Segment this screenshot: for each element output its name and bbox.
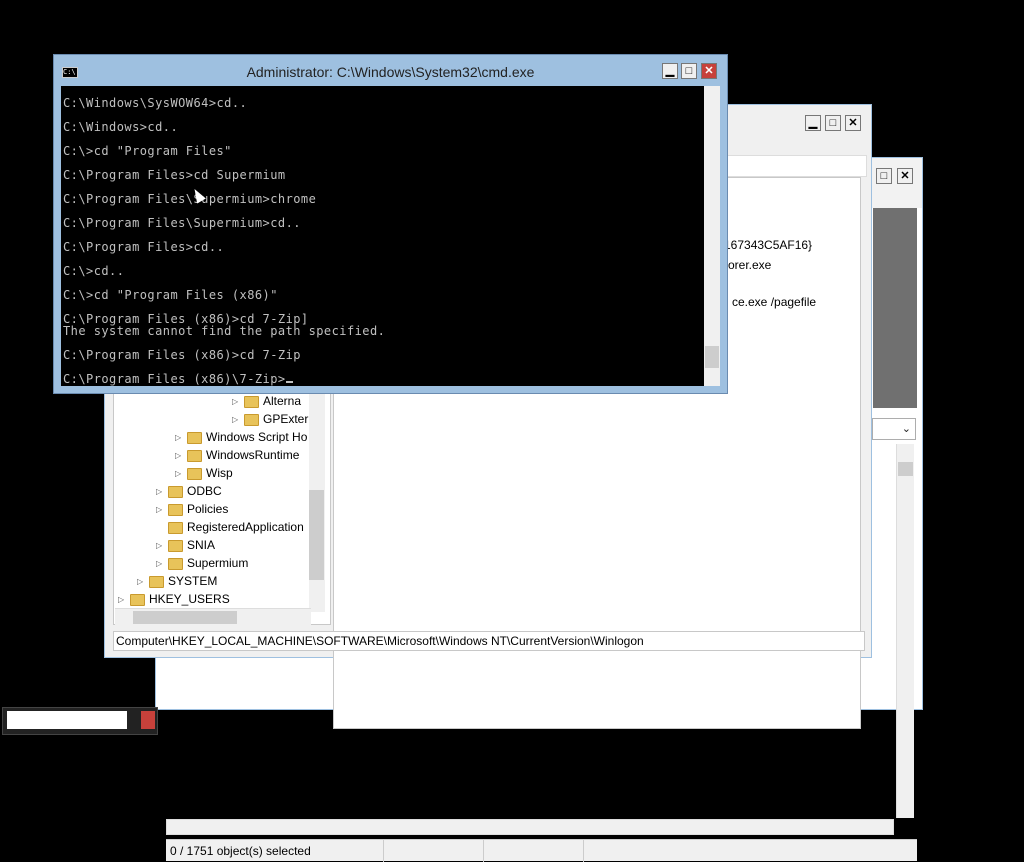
scroll-thumb[interactable] [898,462,913,476]
scroll-thumb[interactable] [133,611,237,624]
tree-item[interactable]: ▷ SYSTEM [137,572,217,590]
tree-item[interactable]: ▷ Alterna [232,392,301,410]
value-data[interactable]: ce.exe /pagefile [732,295,816,309]
console-line: C:\>cd.. [63,264,125,278]
cmd-window: C:\ Administrator: C:\Windows\System32\c… [53,54,728,394]
close-button[interactable]: ✕ [897,168,913,184]
console-line: The system cannot find the path specifie… [63,324,386,338]
status-cell [384,840,484,862]
list-horizontal-scrollbar[interactable] [166,819,894,835]
tree-item[interactable]: ▷ GPExter [232,410,308,428]
minimize-button[interactable]: ▁ [662,63,678,79]
folder-icon [187,467,202,480]
close-button[interactable]: ✕ [701,63,717,79]
folder-icon [168,521,183,534]
minimize-button[interactable]: ▁ [805,115,821,131]
tree-item-label: Wisp [206,466,233,480]
tree-item-label: HKEY_USERS [149,592,230,606]
expand-icon[interactable]: ▷ [175,429,185,447]
expand-icon[interactable]: ▷ [232,393,242,411]
status-selection: 0 / 1751 object(s) selected [166,840,384,862]
console-line: C:\>cd "Program Files" [63,144,232,158]
tree-item-label: ODBC [187,484,222,498]
console-line: C:\Program Files\Supermium>cd.. [63,216,301,230]
expand-icon[interactable]: ▷ [156,555,166,573]
console-prompt[interactable]: C:\Program Files (x86)\7-Zip> [63,373,293,385]
folder-icon [168,539,183,552]
expand-icon[interactable]: ▷ [175,465,185,483]
tree-item[interactable]: ▷ ODBC [156,482,222,500]
folder-icon [244,395,259,408]
expand-icon[interactable]: ▷ [175,447,185,465]
console-line: C:\>cd "Program Files (x86)" [63,288,278,302]
tree-item-label: SNIA [187,538,216,552]
prompt-text: C:\Program Files (x86)\7-Zip> [63,372,286,386]
folder-icon [130,593,145,606]
console-line: C:\Program Files>cd.. [63,240,225,254]
expand-icon[interactable]: ▷ [156,483,166,501]
tree-item-label: Windows Script Ho [206,430,308,444]
console-line: C:\Windows>cd.. [63,120,179,134]
address-bar[interactable]: Computer\HKEY_LOCAL_MACHINE\SOFTWARE\Mic… [113,631,865,651]
expand-icon[interactable]: ▷ [156,501,166,519]
tree-item[interactable]: ▷ HKEY_USERS [118,590,230,608]
tree-item[interactable]: ▷ Supermium [156,554,248,572]
console-line: C:\Program Files\Supermium>chrome [63,192,317,206]
maximize-button[interactable]: □ [825,115,841,131]
taskbar-item[interactable] [2,707,158,735]
tree-item[interactable]: ▷ SNIA [156,536,215,554]
tree-vertical-scrollbar[interactable] [309,390,325,612]
expand-icon[interactable]: ▷ [118,591,128,609]
toolbar-area [873,208,917,408]
console-line: C:\Windows\SysWOW64>cd.. [63,96,248,110]
folder-icon [244,413,259,426]
window-title: Administrator: C:\Windows\System32\cmd.e… [246,64,535,80]
scroll-thumb[interactable] [705,346,719,368]
path-combo[interactable]: ⌄ [872,418,916,440]
tree-item[interactable]: ▷ Policies [156,500,228,518]
scroll-thumb[interactable] [309,490,324,580]
list-vertical-scrollbar[interactable] [896,444,914,818]
key-tree-pane[interactable]: ▷ Alterna ▷ GPExter ▷ Windows Script Ho ▷ Wi… [113,385,331,625]
folder-icon [187,449,202,462]
tree-item-label: Supermium [187,556,249,570]
tree-item-label: Alterna [263,394,302,408]
status-cell [484,840,584,862]
folder-icon [187,431,202,444]
console-line: C:\Program Files>cd Supermium [63,168,286,182]
tree-item-label: GPExter [263,412,309,426]
tree-item-label: RegisteredApplication [187,520,304,534]
value-data[interactable]: -167343C5AF16} [720,238,812,252]
console-line: C:\Program Files (x86)>cd 7-Zip [63,348,301,362]
menu-bar[interactable] [727,155,867,177]
folder-icon [168,557,183,570]
tree-item[interactable]: ▷ WindowsRuntime [175,446,299,464]
console-vertical-scrollbar[interactable] [704,86,720,386]
tree-item-label: Policies [187,502,229,516]
tree-item[interactable]: ▷ Wisp [175,464,233,482]
expand-icon[interactable]: ▷ [232,411,242,429]
close-icon[interactable] [141,711,155,729]
folder-icon [168,503,183,516]
console-output[interactable]: C:\Windows\SysWOW64>cd.. C:\Windows>cd..… [61,86,704,386]
maximize-button[interactable]: □ [681,63,697,79]
folder-icon [149,575,164,588]
value-data[interactable]: orer.exe [728,258,771,272]
folder-icon [168,485,183,498]
text-cursor [285,381,293,383]
taskbar-thumbnail [7,711,127,729]
status-bar: 0 / 1751 object(s) selected [166,839,917,862]
expand-icon[interactable]: ▷ [156,537,166,555]
chevron-down-icon: ⌄ [901,422,911,435]
maximize-button[interactable]: □ [876,168,892,184]
tree-item[interactable]: ▷ Windows Script Ho [175,428,307,446]
tree-item[interactable]: RegisteredApplication [156,518,304,536]
tree-horizontal-scrollbar[interactable] [115,608,311,627]
tree-item-label: WindowsRuntime [206,448,300,462]
expand-icon[interactable]: ▷ [137,573,147,591]
tree-item-label: SYSTEM [168,574,218,588]
close-button[interactable]: ✕ [845,115,861,131]
